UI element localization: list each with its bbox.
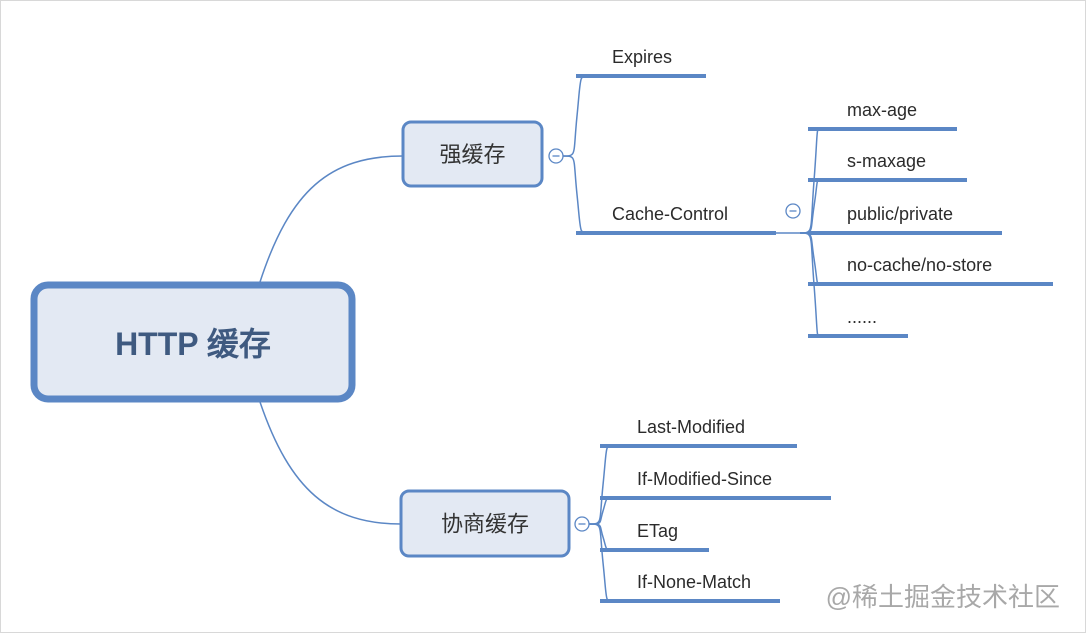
leaf-label: max-age xyxy=(847,100,917,120)
leaf-label: s-maxage xyxy=(847,151,926,171)
mindmap: HTTP 缓存 强缓存协商缓存 Expires Cache-Control max-ag… xyxy=(0,0,1086,633)
leaf-label: ETag xyxy=(637,521,678,541)
watermark: @稀土掘金技术社区 xyxy=(826,582,1060,612)
branch-node-label: 强缓存 xyxy=(439,142,505,167)
cache-control-child-1-connector xyxy=(799,179,821,234)
leaf-1-connector xyxy=(562,155,589,234)
connector-root-negotiated-cache xyxy=(259,401,402,525)
negotiated-child-3-connector xyxy=(588,523,613,602)
leaf-label: Cache-Control xyxy=(612,204,728,224)
branch-node-label: 协商缓存 xyxy=(441,512,529,537)
connector-root-strong-cache xyxy=(259,155,404,283)
cache-control-child-3-connector xyxy=(799,232,821,285)
leaf-label: Last-Modified xyxy=(637,417,745,437)
leaf-label: no-cache/no-store xyxy=(847,255,992,275)
leaf-label: If-Modified-Since xyxy=(637,469,772,489)
leaf-label: If-None-Match xyxy=(637,572,751,592)
leaf-0-connector xyxy=(562,75,589,157)
leaf-label: public/private xyxy=(847,204,953,224)
leaf-label: ...... xyxy=(847,307,877,327)
mindmap-canvas: HTTP 缓存 强缓存协商缓存 Expires Cache-Control max-ag… xyxy=(0,0,1090,636)
negotiated-child-0-connector xyxy=(588,445,613,525)
root-node-label: HTTP 缓存 xyxy=(115,326,271,362)
leaf-label: Expires xyxy=(612,47,672,67)
